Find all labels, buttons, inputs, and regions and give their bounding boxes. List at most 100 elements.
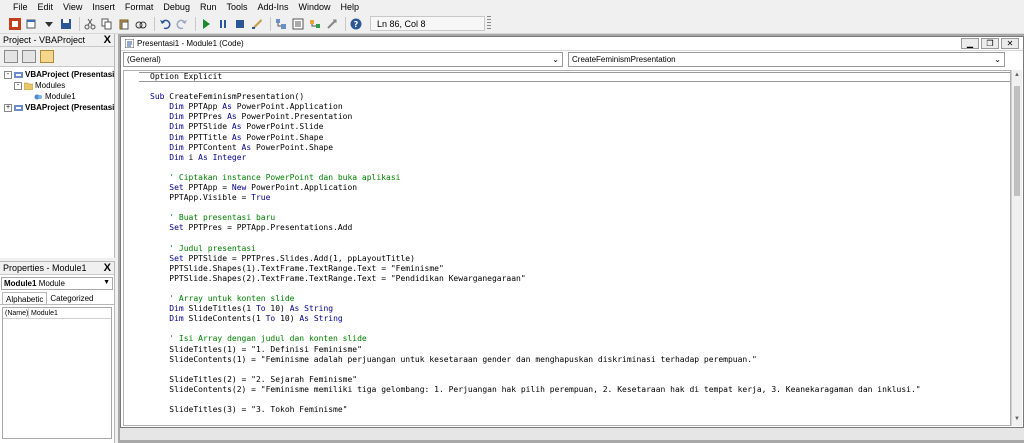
vertical-scrollbar[interactable]: ▲ ▼ — [1011, 70, 1022, 426]
powerpoint-view-icon[interactable] — [8, 17, 22, 31]
menu-insert[interactable]: Insert — [87, 0, 120, 14]
scroll-up-arrow-icon[interactable]: ▲ — [1013, 72, 1021, 80]
menu-format[interactable]: Format — [120, 0, 159, 14]
toolbar-separator — [79, 16, 80, 31]
code-line[interactable]: PPTSlide.Shapes(2).TextFrame.TextRange.T… — [150, 274, 921, 284]
menu-debug[interactable]: Debug — [158, 0, 195, 14]
help-icon[interactable]: ? — [349, 17, 363, 31]
code-line[interactable]: SlideContents(2) = "Feminisme memiliki t… — [150, 385, 920, 395]
menu-file[interactable]: File — [8, 0, 33, 14]
design-mode-icon[interactable] — [250, 17, 264, 31]
dropdown-arrow-icon[interactable] — [42, 17, 56, 31]
code-window-title-bar[interactable]: Presentasi1 - Module1 (Code) ▁ ❐ ✕ — [121, 37, 1023, 51]
properties-window-icon[interactable] — [291, 17, 305, 31]
break-icon[interactable] — [216, 17, 230, 31]
scrollbar-thumb[interactable] — [1014, 86, 1020, 196]
scroll-down-arrow-icon[interactable]: ▼ — [1013, 416, 1021, 424]
paste-icon[interactable] — [117, 17, 131, 31]
restore-button[interactable]: ❐ — [981, 38, 999, 49]
code-line[interactable] — [150, 284, 921, 294]
menu-view[interactable]: View — [58, 0, 87, 14]
tree-item[interactable]: - Modules — [0, 80, 114, 91]
code-line[interactable]: SlideContents(1) = "Feminisme adalah per… — [150, 355, 921, 365]
property-value[interactable]: Module1 — [29, 308, 58, 318]
undo-icon[interactable] — [158, 17, 172, 31]
object-browser-icon[interactable] — [308, 17, 322, 31]
redo-icon[interactable] — [175, 17, 189, 31]
save-icon[interactable] — [59, 17, 73, 31]
menu-help[interactable]: Help — [336, 0, 365, 14]
code-line[interactable]: Set PPTSlide = PPTPres.Slides.Add(1, ppL… — [150, 254, 921, 264]
view-code-button[interactable] — [4, 50, 18, 63]
tree-item[interactable]: - VBAProject (Presentasi1) — [0, 69, 114, 80]
toolbox-icon[interactable] — [325, 17, 339, 31]
view-object-button[interactable] — [22, 50, 36, 63]
project-tree: - VBAProject (Presentasi1) - Modules Module1… — [0, 69, 114, 113]
toggle-folders-button[interactable] — [40, 50, 54, 63]
tab-alphabetic[interactable]: Alphabetic — [2, 292, 48, 304]
code-line[interactable]: SlideTitles(1) = "1. Definisi Feminisme" — [150, 345, 921, 355]
code-line[interactable]: Sub CreateFeminismPresentation() — [150, 92, 921, 102]
code-line[interactable]: ' Ciptakan instance PowerPoint dan buka … — [150, 173, 921, 183]
menu-edit[interactable]: Edit — [33, 0, 59, 14]
code-line[interactable]: Dim SlideContents(1 To 10) As String — [150, 314, 921, 324]
menu-add-ins[interactable]: Add-Ins — [252, 0, 293, 14]
code-line[interactable]: Set PPTApp = New PowerPoint.Application — [150, 183, 921, 193]
collapse-icon[interactable]: - — [4, 70, 12, 79]
horizontal-scrollbar[interactable] — [120, 428, 1024, 440]
insert-module-icon[interactable] — [25, 17, 39, 31]
minimize-button[interactable]: ▁ — [961, 38, 979, 49]
code-line[interactable]: Set PPTPres = PPTApp.Presentations.Add — [150, 223, 921, 233]
code-line[interactable]: PPTSlide.Shapes(1).TextFrame.TextRange.T… — [150, 264, 921, 274]
code-line[interactable]: SlideTitles(3) = "3. Tokoh Feminisme" — [150, 405, 921, 415]
tree-item[interactable]: Module1 — [0, 91, 114, 102]
run-icon[interactable] — [199, 17, 213, 31]
code-line[interactable]: Dim i As Integer — [150, 153, 921, 163]
code-line[interactable] — [150, 365, 921, 375]
project-explorer-icon[interactable] — [274, 17, 288, 31]
code-line[interactable]: Dim PPTApp As PowerPoint.Application — [150, 102, 921, 112]
project-panel-title-bar: Project - VBAProject X — [0, 34, 114, 47]
code-line[interactable] — [150, 234, 921, 244]
procedure-combo-value: CreateFeminismPresentation — [572, 55, 676, 64]
code-line[interactable]: Option Explicit — [150, 72, 921, 82]
code-line[interactable] — [150, 163, 921, 173]
collapse-icon[interactable]: - — [14, 81, 22, 90]
object-select[interactable]: Module1 Module ▼ — [1, 277, 113, 290]
procedure-combo[interactable]: CreateFeminismPresentation ⌄ — [568, 52, 1005, 67]
code-line[interactable]: ' Buat presentasi baru — [150, 213, 921, 223]
toolbar-grip[interactable] — [487, 16, 491, 31]
code-line[interactable]: ' Array untuk konten slide — [150, 294, 921, 304]
find-icon[interactable] — [134, 17, 148, 31]
tab-categorized[interactable]: Categorized — [47, 292, 96, 304]
expand-icon[interactable]: + — [4, 103, 12, 112]
code-line[interactable]: SlideTitles(2) = "2. Sejarah Feminisme" — [150, 375, 921, 385]
properties-panel-close-button[interactable]: X — [104, 262, 111, 274]
code-line[interactable] — [150, 324, 921, 334]
code-line[interactable]: Dim SlideTitles(1 To 10) As String — [150, 304, 921, 314]
project-panel-close-button[interactable]: X — [104, 34, 111, 46]
code-line[interactable]: Dim PPTSlide As PowerPoint.Slide — [150, 122, 921, 132]
code-line[interactable]: PPTApp.Visible = True — [150, 193, 921, 203]
reset-icon[interactable] — [233, 17, 247, 31]
menu-run[interactable]: Run — [195, 0, 222, 14]
object-combo[interactable]: (General) ⌄ — [123, 52, 563, 67]
code-line[interactable]: ' Isi Array dengan judul dan konten slid… — [150, 334, 921, 344]
folder-icon — [24, 82, 33, 90]
code-line[interactable]: Dim PPTContent As PowerPoint.Shape — [150, 143, 921, 153]
code-line[interactable]: Dim PPTTitle As PowerPoint.Shape — [150, 133, 921, 143]
code-editor[interactable]: Option Explicit Sub CreateFeminismPresent… — [123, 70, 1011, 426]
code-line[interactable] — [150, 203, 921, 213]
close-button[interactable]: ✕ — [1001, 38, 1019, 49]
property-row[interactable]: (Name) Module1 — [3, 308, 111, 319]
copy-icon[interactable] — [100, 17, 114, 31]
toolbar-separator — [154, 16, 155, 31]
code-line[interactable] — [150, 395, 921, 405]
menu-tools[interactable]: Tools — [221, 0, 252, 14]
tree-item[interactable]: + VBAProject (Presentasi1) — [0, 102, 114, 113]
code-line[interactable]: ' Judul presentasi — [150, 244, 921, 254]
cut-icon[interactable] — [83, 17, 97, 31]
code-line[interactable]: Dim PPTPres As PowerPoint.Presentation — [150, 112, 921, 122]
code-line[interactable] — [150, 82, 921, 92]
menu-window[interactable]: Window — [294, 0, 336, 14]
